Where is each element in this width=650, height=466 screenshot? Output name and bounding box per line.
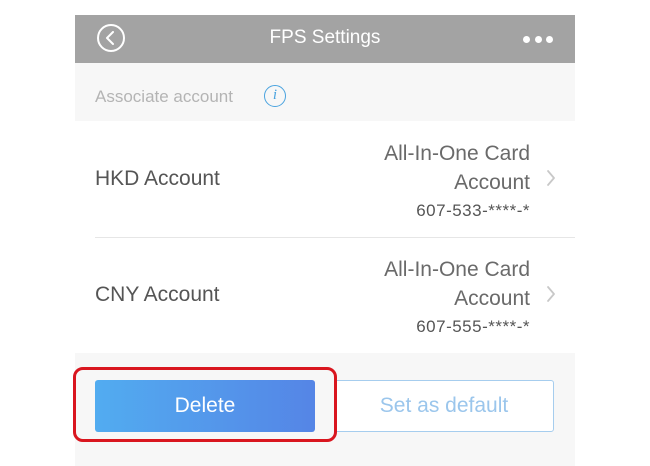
section-label: Associate account [95, 87, 233, 106]
chevron-right-icon [547, 286, 555, 302]
account-number: 607-555-****-* [416, 317, 530, 336]
set-as-default-button[interactable]: Set as default [334, 380, 554, 432]
navigation-bar: FPS Settings [75, 15, 575, 63]
more-dot-icon [534, 35, 542, 43]
card-type: All-In-One Card [384, 258, 530, 281]
account-label: CNY Account [95, 283, 220, 306]
highlight-box [73, 367, 337, 442]
card-type-suffix: Account [454, 171, 530, 194]
account-label: HKD Account [95, 167, 220, 190]
more-dot-icon [546, 35, 553, 43]
account-row-hkd[interactable]: HKD Account All-In-One Card Account 607-… [75, 121, 575, 237]
chevron-right-icon [547, 170, 555, 186]
page-title: FPS Settings [269, 27, 381, 48]
more-dot-icon [523, 35, 530, 43]
linked-account-value: All-In-One Card Account 607-533-****-* [384, 139, 530, 225]
card-type-suffix: Account [454, 287, 530, 310]
info-icon[interactable]: i [264, 85, 286, 107]
account-list: HKD Account All-In-One Card Account 607-… [75, 121, 575, 353]
more-options-button[interactable] [523, 34, 553, 44]
account-row-cny[interactable]: CNY Account All-In-One Card Account 607-… [75, 237, 575, 353]
linked-account-value: All-In-One Card Account 607-555-****-* [384, 255, 530, 341]
card-type: All-In-One Card [384, 142, 530, 165]
section-header: Associate account i [75, 63, 575, 121]
account-number: 607-533-****-* [416, 201, 530, 220]
